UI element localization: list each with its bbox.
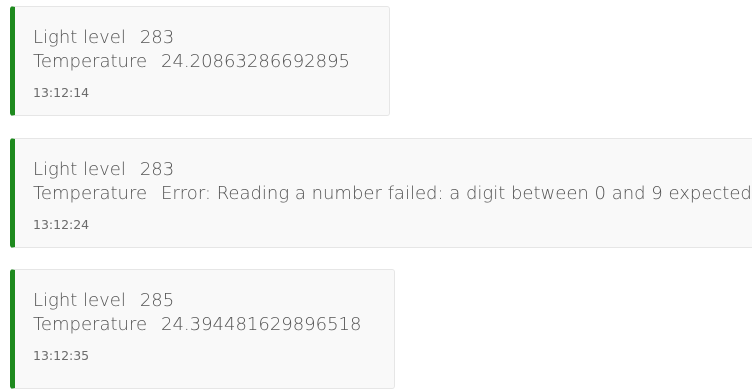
temperature-row: Temperature Error: Reading a number faile… (33, 182, 752, 206)
temperature-error-value: Error: Reading a number failed: a digit … (161, 183, 752, 204)
light-level-label: Light level (33, 290, 126, 311)
timestamp: 13:12:14 (33, 85, 90, 100)
timestamp: 13:12:35 (33, 348, 90, 363)
light-level-label: Light level (33, 27, 126, 48)
temperature-label: Temperature (33, 314, 148, 335)
timestamp: 13:12:24 (33, 217, 90, 232)
temperature-label: Temperature (33, 183, 148, 204)
temperature-label: Temperature (33, 51, 148, 72)
light-level-value: 285 (139, 290, 175, 311)
temperature-row: Temperature 24.394481629896518 (33, 313, 384, 337)
temperature-value: 24.394481629896518 (161, 314, 362, 335)
light-level-row: Light level 283 (33, 26, 379, 50)
light-level-value: 283 (139, 159, 175, 180)
light-level-value: 283 (139, 27, 175, 48)
message-card: Light level 285 Temperature 24.39448162989… (10, 269, 395, 389)
message-card: Light level 283 Temperature 24.20863286692… (10, 6, 390, 116)
light-level-row: Light level 283 (33, 158, 752, 182)
temperature-value: 24.20863286692895 (161, 51, 350, 72)
message-card: Light level 283 Temperature Error: Reading… (10, 138, 752, 248)
light-level-label: Light level (33, 159, 126, 180)
temperature-row: Temperature 24.20863286692895 (33, 50, 379, 74)
light-level-row: Light level 285 (33, 289, 384, 313)
